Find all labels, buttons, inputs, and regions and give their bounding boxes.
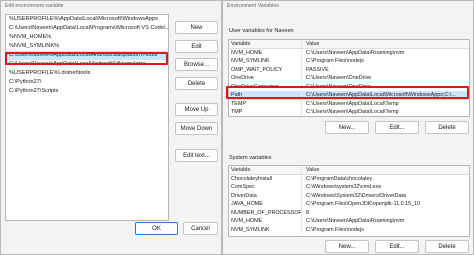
variable-name: OneDrive bbox=[231, 75, 254, 81]
path-entry[interactable]: C:\Users\Naveen\AppData\Local\Android\Sd… bbox=[6, 60, 168, 69]
move-down-button[interactable]: Move Down bbox=[175, 122, 218, 135]
variable-name: NVM_SYMLINK bbox=[231, 226, 270, 233]
environment-variables-window: Environment Variables User variables for… bbox=[222, 0, 474, 255]
user-edit-button[interactable]: Edit... bbox=[375, 121, 419, 134]
variable-value: C:\Users\Naveen\AppData\Roaming\nvm bbox=[301, 48, 469, 57]
variable-value: C:\Program Files\OpenJDK\openjdk-11.0.15… bbox=[301, 200, 469, 209]
variable-name: ComSpec bbox=[231, 184, 255, 190]
edit-text-button[interactable]: Edit text... bbox=[175, 149, 218, 162]
variable-row[interactable]: TEMP C:\Users\Naveen\AppData\Local\Temp bbox=[229, 99, 469, 108]
variable-row[interactable]: OneDriveConsumer C:\Users\Naveen\OneDrive bbox=[229, 82, 469, 91]
system-table-body: ChocolateyInstall C:\ProgramData\chocolat… bbox=[229, 174, 469, 234]
variable-row[interactable]: OneDrive C:\Users\Naveen\OneDrive bbox=[229, 74, 469, 83]
path-entry[interactable]: C:\Users\Naveen\AppData\Local\Android\Sd… bbox=[6, 51, 168, 60]
variable-value: C:\Users\Naveen\OneDrive bbox=[301, 82, 469, 91]
variable-name: OneDriveConsumer bbox=[231, 83, 279, 90]
variable-row[interactable]: NVM_HOME C:\Users\Naveen\AppData\Roaming\… bbox=[229, 217, 469, 226]
ok-button[interactable]: OK bbox=[135, 222, 178, 235]
variable-value: C:\Program Files\nodejs bbox=[301, 225, 469, 234]
path-entry[interactable]: C:\Python27\Scripts bbox=[6, 87, 168, 96]
path-entry[interactable]: %USERPROFILE%\.dotnet\tools bbox=[6, 69, 168, 78]
window-title: Environment Variables bbox=[227, 2, 279, 9]
variable-value: C:\Windows\system32\cmd.exe bbox=[301, 183, 469, 192]
path-entry[interactable]: C:\Users\Naveen\AppData\Local\Programs\M… bbox=[6, 24, 168, 33]
system-variables-table: Variable Value ChocolateyInstall C:\Progr… bbox=[228, 165, 470, 237]
variable-value: C:\Users\Naveen\AppData\Roaming\nvm bbox=[301, 217, 469, 226]
variable-value: C:\Users\Naveen\AppData\Local\Temp bbox=[301, 99, 469, 108]
path-entry[interactable]: %NVM_HOME% bbox=[6, 33, 168, 42]
edit-button[interactable]: Edit bbox=[175, 40, 218, 53]
move-up-button[interactable]: Move Up bbox=[175, 103, 218, 116]
variable-row[interactable]: TMP C:\Users\Naveen\AppData\Local\Temp bbox=[229, 108, 469, 116]
delete-button[interactable]: Delete bbox=[175, 77, 218, 90]
variable-row[interactable]: Path C:\Users\Naveen\AppData\Local\Micros… bbox=[229, 91, 469, 100]
variable-value: C:\Users\Naveen\OneDrive bbox=[301, 74, 469, 83]
system-variables-label: System variables bbox=[229, 155, 272, 161]
user-table-header: Variable Value bbox=[229, 40, 469, 49]
variable-value: C:\Users\Naveen\AppData\Local\Temp bbox=[301, 108, 469, 116]
variable-name: TMP bbox=[231, 109, 243, 115]
browse-button[interactable]: Browse... bbox=[175, 58, 218, 71]
variable-name: NVM_SYMLINK bbox=[231, 58, 270, 64]
variable-value: PASSIVE bbox=[301, 65, 469, 74]
path-entry[interactable]: %USERPROFILE%\AppData\Local\Microsoft\Wi… bbox=[6, 15, 168, 24]
user-variables-label: User variables for Naveen bbox=[229, 28, 294, 34]
variable-name: Path bbox=[231, 92, 243, 98]
user-variables-table: Variable Value NVM_HOME C:\Users\Naveen\A… bbox=[228, 39, 470, 117]
path-entry[interactable]: C:\Python27\ bbox=[6, 78, 168, 87]
column-variable[interactable]: Variable bbox=[229, 40, 301, 48]
variable-row[interactable]: NVM_HOME C:\Users\Naveen\AppData\Roaming\… bbox=[229, 48, 469, 57]
variable-row[interactable]: NUMBER_OF_PROCESSORS 8 bbox=[229, 208, 469, 217]
cancel-button[interactable]: Cancel bbox=[183, 222, 218, 235]
variable-value: C:\Program Files\nodejs bbox=[301, 57, 469, 66]
variable-row[interactable]: NVM_SYMLINK C:\Program Files\nodejs bbox=[229, 57, 469, 66]
variable-name: NVM_HOME bbox=[231, 218, 263, 224]
column-variable[interactable]: Variable bbox=[229, 166, 301, 174]
column-value[interactable]: Value bbox=[301, 40, 469, 48]
variable-name: TEMP bbox=[231, 100, 246, 107]
variable-row[interactable]: DriverData C:\Windows\System32\Drivers\Dr… bbox=[229, 191, 469, 200]
variable-name: JAVA_HOME bbox=[231, 201, 263, 207]
new-button[interactable]: New bbox=[175, 21, 218, 34]
variable-row[interactable]: ChocolateyInstall C:\ProgramData\chocolat… bbox=[229, 174, 469, 183]
variable-row[interactable]: JAVA_HOME C:\Program Files\OpenJDK\openjd… bbox=[229, 200, 469, 209]
variable-row[interactable]: ComSpec C:\Windows\system32\cmd.exe bbox=[229, 183, 469, 192]
edit-environment-variable-window: Edit environment variable %USERPROFILE%\… bbox=[0, 0, 222, 255]
window-title: Edit environment variable bbox=[5, 2, 64, 9]
variable-name: OMP_WAIT_POLICY bbox=[231, 66, 283, 73]
path-entries-list: %USERPROFILE%\AppData\Local\Microsoft\Wi… bbox=[5, 14, 169, 221]
column-value[interactable]: Value bbox=[301, 166, 469, 174]
variable-value: C:\Windows\System32\Drivers\DriverData bbox=[301, 191, 469, 200]
user-new-button[interactable]: New... bbox=[325, 121, 369, 134]
path-entry[interactable]: %NVM_SYMLINK% bbox=[6, 42, 168, 51]
user-table-body: NVM_HOME C:\Users\Naveen\AppData\Roaming\… bbox=[229, 48, 469, 116]
variable-name: ChocolateyInstall bbox=[231, 175, 273, 182]
variable-value: C:\ProgramData\chocolatey bbox=[301, 174, 469, 183]
system-edit-button[interactable]: Edit... bbox=[375, 240, 419, 253]
variable-row[interactable]: OMP_WAIT_POLICY PASSIVE bbox=[229, 65, 469, 74]
system-delete-button[interactable]: Delete bbox=[425, 240, 469, 253]
variable-value: 8 bbox=[301, 208, 469, 217]
variable-name: DriverData bbox=[231, 192, 257, 199]
user-delete-button[interactable]: Delete bbox=[425, 121, 469, 134]
variable-row[interactable]: NVM_SYMLINK C:\Program Files\nodejs bbox=[229, 225, 469, 234]
system-new-button[interactable]: New... bbox=[325, 240, 369, 253]
variable-value: C:\Users\Naveen\AppData\Local\Microsoft\… bbox=[301, 91, 469, 100]
variable-name: NUMBER_OF_PROCESSORS bbox=[231, 209, 301, 216]
system-table-header: Variable Value bbox=[229, 166, 469, 175]
variable-name: NVM_HOME bbox=[231, 49, 263, 56]
